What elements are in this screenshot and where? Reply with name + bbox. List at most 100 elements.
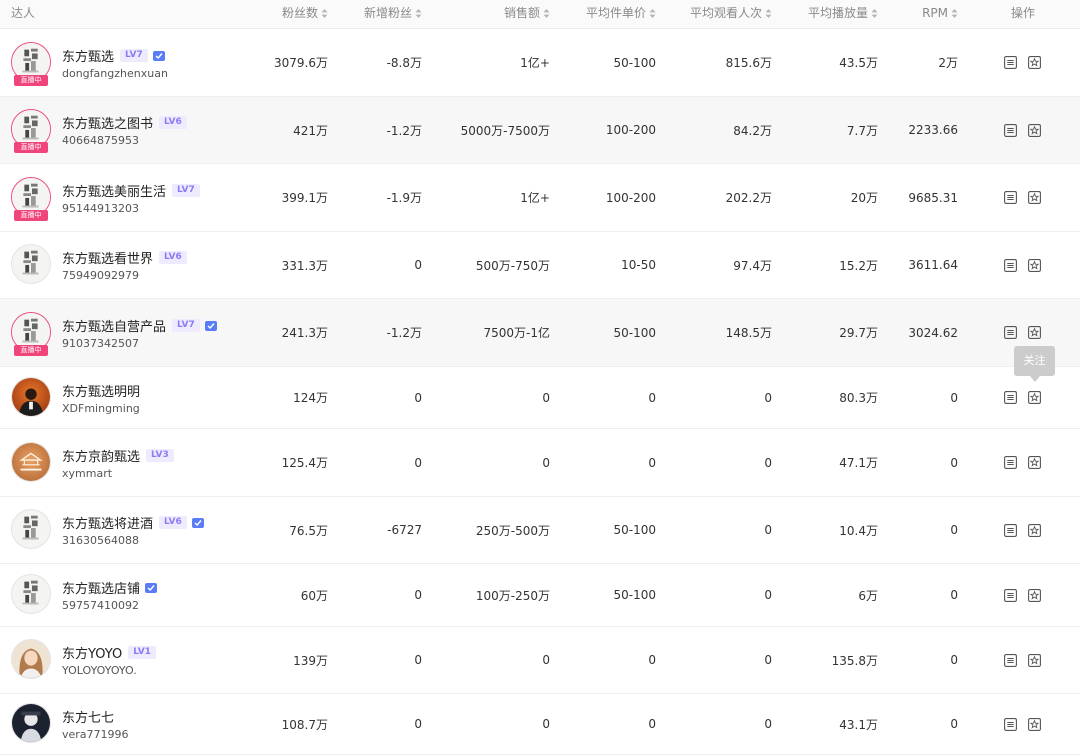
influencer-name[interactable]: 东方甄选店铺 — [62, 578, 140, 597]
sort-arrows-icon[interactable] — [543, 9, 550, 18]
list-detail-icon[interactable] — [1004, 456, 1017, 469]
cell-avg-viewers: 0 — [764, 588, 772, 602]
cell-new-fans: -1.2万 — [386, 123, 422, 138]
influencer-name[interactable]: 东方甄选 — [62, 46, 114, 65]
cell-sales: 5000万-7500万 — [460, 123, 550, 138]
list-detail-icon[interactable] — [1004, 123, 1017, 137]
cell-avg-plays: 15.2万 — [839, 258, 878, 273]
cell-fans: 421万 — [293, 123, 328, 138]
cell-avg-viewers: 202.2万 — [725, 191, 772, 205]
list-detail-icon[interactable] — [1004, 326, 1017, 339]
cell-avg-plays: 20万 — [850, 191, 878, 205]
row-actions — [1004, 429, 1041, 496]
cell-avg-plays: 43.1万 — [839, 717, 878, 732]
table-row: 东方甄选店铺 59757410092 60万 0 100万-250万 50-100 0 6万 0 — [0, 564, 1080, 627]
influencer-handle: 40664875953 — [62, 134, 139, 147]
influencer-name[interactable]: 东方甄选看世界 — [62, 248, 153, 267]
sort-arrows-icon[interactable] — [321, 9, 328, 18]
influencer-handle: 31630564088 — [62, 534, 139, 547]
list-detail-icon[interactable] — [1004, 523, 1017, 537]
cell-avg-plays: 47.1万 — [839, 456, 878, 470]
influencer-name-line: 东方甄选店铺 — [62, 578, 158, 597]
cell-new-fans: 0 — [414, 258, 422, 272]
logo-brown-avatar — [11, 442, 51, 482]
column-header-influencer: 达人 — [11, 0, 35, 28]
column-header-fans[interactable]: 粉丝数 — [282, 0, 328, 28]
list-detail-icon[interactable] — [1004, 588, 1017, 602]
table-row: 东方七七 vera771996 108.7万 0 0 0 0 43.1万 0 — [0, 694, 1080, 755]
star-badge-icon[interactable] — [1028, 123, 1041, 137]
column-header-new-fans[interactable]: 新增粉丝 — [364, 0, 422, 28]
influencer-name-line: 东方京韵甄选 LV3 — [62, 446, 174, 465]
star-badge-icon[interactable] — [1028, 326, 1041, 339]
column-header-actions: 操作 — [1011, 0, 1035, 28]
list-detail-icon[interactable] — [1004, 56, 1017, 69]
column-header-label: 达人 — [11, 6, 36, 20]
follow-tooltip: 关注 — [1014, 346, 1055, 382]
sort-arrows-icon[interactable] — [871, 9, 878, 18]
influencer-name-line: 东方YOYO LV1 — [62, 643, 156, 662]
cell-sales: 0 — [542, 717, 550, 731]
book-cover-avatar — [11, 509, 51, 549]
list-detail-icon[interactable] — [1004, 191, 1017, 204]
star-badge-icon[interactable] — [1028, 391, 1041, 404]
level-badge: LV7 — [172, 184, 200, 197]
cell-avg-plays: 135.8万 — [831, 653, 878, 668]
influencer-table: 达人 粉丝数 新增粉丝 销售额 平均件单价 平均观看人次 平均播放量 RPM 操作 直播中 东方甄… — [0, 0, 1080, 755]
cell-avg-price: 50-100 — [613, 588, 656, 602]
column-header-rpm[interactable]: RPM — [922, 0, 958, 28]
influencer-name[interactable]: 东方甄选明明 — [62, 381, 140, 400]
star-badge-icon[interactable] — [1028, 588, 1041, 602]
cell-avg-viewers: 0 — [764, 390, 772, 405]
row-actions — [1004, 497, 1041, 563]
column-header-avg-plays[interactable]: 平均播放量 — [808, 0, 878, 28]
influencer-name[interactable]: 东方YOYO — [62, 643, 122, 662]
star-badge-icon[interactable] — [1028, 191, 1041, 204]
cell-avg-viewers: 815.6万 — [725, 56, 772, 70]
level-badge: LV6 — [159, 116, 187, 129]
column-header-label: 新增粉丝 — [363, 6, 412, 20]
star-badge-icon[interactable] — [1028, 456, 1041, 469]
cell-sales: 250万-500万 — [475, 523, 550, 538]
table-row: 东方京韵甄选 LV3 xymmart 125.4万 0 0 0 0 47.1万 0 — [0, 429, 1080, 497]
influencer-name[interactable]: 东方甄选美丽生活 — [62, 181, 166, 200]
influencer-name[interactable]: 东方京韵甄选 — [62, 446, 140, 465]
influencer-name[interactable]: 东方甄选自营产品 — [62, 316, 166, 335]
row-actions — [1004, 232, 1041, 298]
list-detail-icon[interactable] — [1004, 653, 1017, 667]
column-header-avg-viewers[interactable]: 平均观看人次 — [690, 0, 772, 28]
level-badge: LV7 — [172, 319, 200, 332]
column-header-sales[interactable]: 销售额 — [504, 0, 550, 28]
cell-avg-viewers: 97.4万 — [733, 258, 772, 273]
table-body: 直播中 东方甄选 LV7 dongfangzhenxuan 3079.6万 -8.8万 1亿… — [0, 29, 1080, 755]
cell-avg-price: 50-100 — [613, 55, 656, 70]
influencer-name[interactable]: 东方甄选将进酒 — [62, 513, 153, 532]
cell-avg-price: 50-100 — [613, 325, 656, 340]
star-badge-icon[interactable] — [1028, 56, 1041, 69]
table-header: 达人 粉丝数 新增粉丝 销售额 平均件单价 平均观看人次 平均播放量 RPM 操作 — [0, 0, 1080, 29]
column-header-label: 平均件单价 — [585, 6, 646, 20]
star-badge-icon[interactable] — [1028, 258, 1041, 272]
sort-arrows-icon[interactable] — [415, 9, 422, 18]
influencer-name[interactable]: 东方甄选之图书 — [62, 113, 153, 132]
column-header-avg-price[interactable]: 平均件单价 — [586, 0, 656, 28]
star-badge-icon[interactable] — [1028, 523, 1041, 537]
cell-rpm: 3024.62 — [908, 325, 958, 340]
influencer-handle: 95144913203 — [62, 202, 139, 215]
star-badge-icon[interactable] — [1028, 717, 1041, 731]
cell-avg-price: 10-50 — [621, 258, 656, 272]
cell-fans: 108.7万 — [281, 717, 328, 732]
cell-fans: 331.3万 — [281, 258, 328, 273]
list-detail-icon[interactable] — [1004, 391, 1017, 404]
sort-arrows-icon[interactable] — [649, 9, 656, 18]
column-header-label: 粉丝数 — [281, 6, 318, 20]
list-detail-icon[interactable] — [1004, 258, 1017, 272]
star-badge-icon[interactable] — [1028, 653, 1041, 667]
influencer-name[interactable]: 东方七七 — [62, 707, 114, 726]
list-detail-icon[interactable] — [1004, 717, 1017, 731]
table-row: 直播中 东方甄选 LV7 dongfangzhenxuan 3079.6万 -8.8万 1亿… — [0, 29, 1080, 97]
influencer-handle: YOLOYOYOYO. — [62, 664, 137, 677]
cell-fans: 399.1万 — [281, 191, 328, 205]
sort-arrows-icon[interactable] — [765, 9, 772, 18]
sort-arrows-icon[interactable] — [951, 9, 958, 18]
